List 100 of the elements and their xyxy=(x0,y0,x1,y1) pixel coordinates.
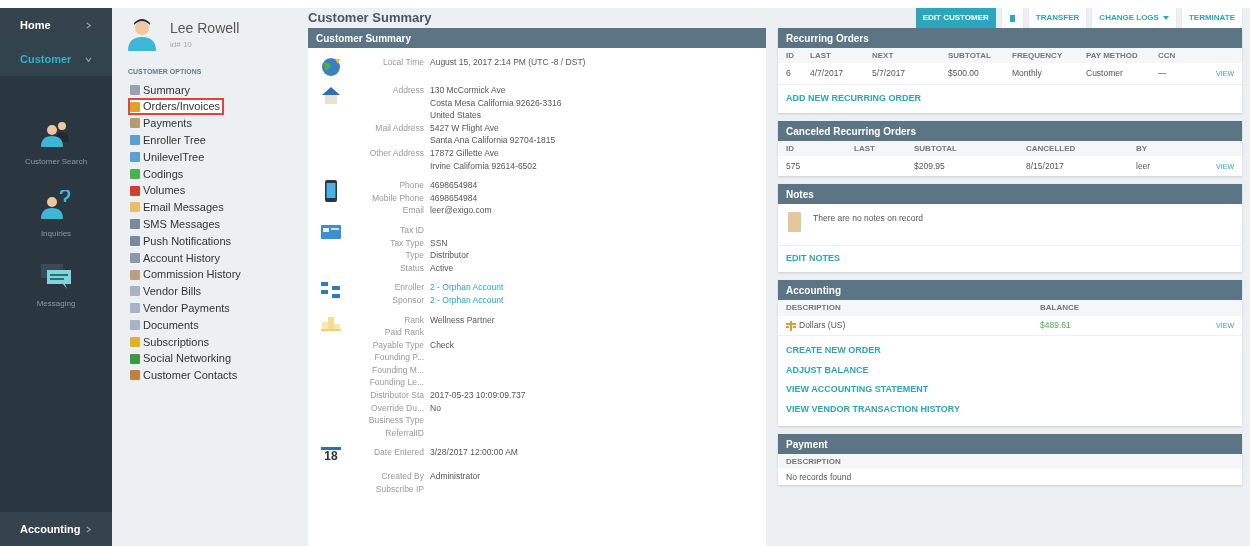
column-header: SUBTOTAL xyxy=(948,49,992,62)
option-link[interactable]: Vendor Payments xyxy=(128,299,234,317)
option-link[interactable]: Vendor Bills xyxy=(128,283,206,300)
option-link[interactable]: Social Networking xyxy=(128,350,236,368)
table-cell-text: 575 xyxy=(786,159,802,173)
table-cell-text: Monthly xyxy=(1012,67,1043,80)
field-label: Mail Address xyxy=(374,121,425,135)
person-question-icon xyxy=(39,190,73,220)
column-header: PAY METHOD xyxy=(1086,49,1139,62)
nav-item[interactable]: Home xyxy=(0,8,112,42)
field-value: August 15, 2017 2:14 PM (UTC -8 / DST) xyxy=(430,56,586,69)
column-header: CCN xyxy=(1158,49,1177,62)
field-label: Date Entered xyxy=(372,446,425,460)
field-label: Status xyxy=(398,261,425,275)
column-header: BALANCE xyxy=(1040,302,1081,314)
option-icon xyxy=(130,236,140,247)
option-icon xyxy=(130,202,140,213)
customer-name: Lee Rowell xyxy=(170,19,240,38)
option-link[interactable]: Payments xyxy=(128,115,196,132)
podium-icon xyxy=(321,314,341,331)
table-cell-text: 4/7/2017 xyxy=(810,67,845,80)
field-value: United States xyxy=(430,109,483,122)
nav-item[interactable]: Customer xyxy=(0,42,112,76)
field-value: 2017-05-23 10:09:09.737 xyxy=(430,389,526,402)
option-link[interactable]: Volumes xyxy=(128,182,190,200)
option-link[interactable]: Documents xyxy=(128,316,203,334)
smartphone-icon xyxy=(325,180,337,203)
option-icon xyxy=(130,135,140,146)
caret-icon xyxy=(1162,16,1169,20)
option-icon xyxy=(130,286,140,297)
column-header: FREQUENCY xyxy=(1012,49,1064,62)
field-label: Subscribe IP xyxy=(374,483,425,496)
field-label: Rank xyxy=(403,313,425,327)
table-cell-text: 6 xyxy=(786,67,792,80)
field-value: Distributor xyxy=(430,249,469,262)
panel-header: Recurring Orders xyxy=(778,28,1242,48)
chevron-down-icon xyxy=(85,55,92,63)
panel-header: Canceled Recurring Orders xyxy=(778,121,1242,141)
field-value: No xyxy=(430,401,441,415)
field-label: Founding P... xyxy=(373,351,425,364)
option-link[interactable]: Codings xyxy=(128,165,188,183)
panel-header: Accounting xyxy=(778,280,1242,300)
field-label: Override Du... xyxy=(370,401,425,415)
option-link[interactable]: Enroller Tree xyxy=(128,131,210,149)
option-link[interactable]: Commission History xyxy=(128,266,245,284)
nav-app-button[interactable]: Messaging xyxy=(36,262,76,310)
table-cell-text: $500.00 xyxy=(948,67,980,80)
chat-bubbles-icon xyxy=(39,262,73,290)
option-icon xyxy=(130,219,140,230)
org-chart-icon xyxy=(321,282,341,301)
field-label: Paid Rank xyxy=(383,326,425,339)
nav-app-button[interactable]: Inquiries xyxy=(39,190,73,240)
house-icon xyxy=(321,85,341,105)
notes-message: There are no notes on record xyxy=(813,212,924,225)
globe-icon xyxy=(321,57,341,77)
field-value: Costa Mesa California 92626-3316 xyxy=(430,96,562,110)
option-link[interactable]: UnilevelTree xyxy=(128,148,209,166)
option-link[interactable]: Subscriptions xyxy=(128,333,214,351)
column-header: LAST xyxy=(810,49,832,62)
option-icon xyxy=(130,118,140,129)
field-value: SSN xyxy=(430,236,448,250)
page-title: Customer Summary xyxy=(308,9,432,28)
option-icon xyxy=(130,84,140,95)
option-icon xyxy=(130,303,140,314)
column-header: DESCRIPTION xyxy=(786,455,841,468)
delete-button[interactable] xyxy=(1001,8,1023,28)
option-icon xyxy=(130,336,140,347)
option-link[interactable]: Customer Contacts xyxy=(128,367,242,384)
field-label: Address xyxy=(391,84,425,97)
option-link[interactable]: Summary xyxy=(128,81,195,99)
field-label: Mobile Phone xyxy=(371,191,425,205)
column-header: NEXT xyxy=(872,49,895,62)
option-link[interactable]: Account History xyxy=(128,249,225,267)
field-value: Wellness Partner xyxy=(430,313,495,327)
option-link[interactable]: Push Notifications xyxy=(128,232,236,250)
option-icon xyxy=(130,269,140,280)
nav-app-button[interactable]: Customer Search xyxy=(24,118,88,168)
field-label: Type xyxy=(404,249,425,262)
nav-item[interactable]: Accounting xyxy=(0,512,112,546)
option-link[interactable]: SMS Messages xyxy=(128,215,225,233)
column-header: ID xyxy=(786,142,795,155)
table-cell-text: $209.95 xyxy=(914,159,946,173)
note-icon xyxy=(788,212,801,232)
option-icon xyxy=(130,320,140,331)
trash-icon xyxy=(1009,14,1015,22)
option-link[interactable]: Orders/Invoices xyxy=(128,98,225,116)
field-value: 4698654984 xyxy=(430,191,478,205)
option-icon xyxy=(130,168,140,179)
field-value: leer@exigo.com xyxy=(430,204,492,217)
field-label: Payable Type xyxy=(371,338,425,352)
column-header: BY xyxy=(1136,142,1149,155)
field-label: Phone xyxy=(398,179,425,192)
option-link[interactable]: Email Messages xyxy=(128,199,228,216)
column-header: CANCELLED xyxy=(1026,142,1077,155)
scales-icon xyxy=(786,320,796,331)
table-cell-text: 8/15/2017 xyxy=(1026,159,1065,173)
panel-header: Payment xyxy=(778,434,1242,454)
field-label: ReferralID xyxy=(384,426,425,440)
field-value: Active xyxy=(430,261,454,275)
field-value: 5427 W Flight Ave xyxy=(430,121,500,135)
